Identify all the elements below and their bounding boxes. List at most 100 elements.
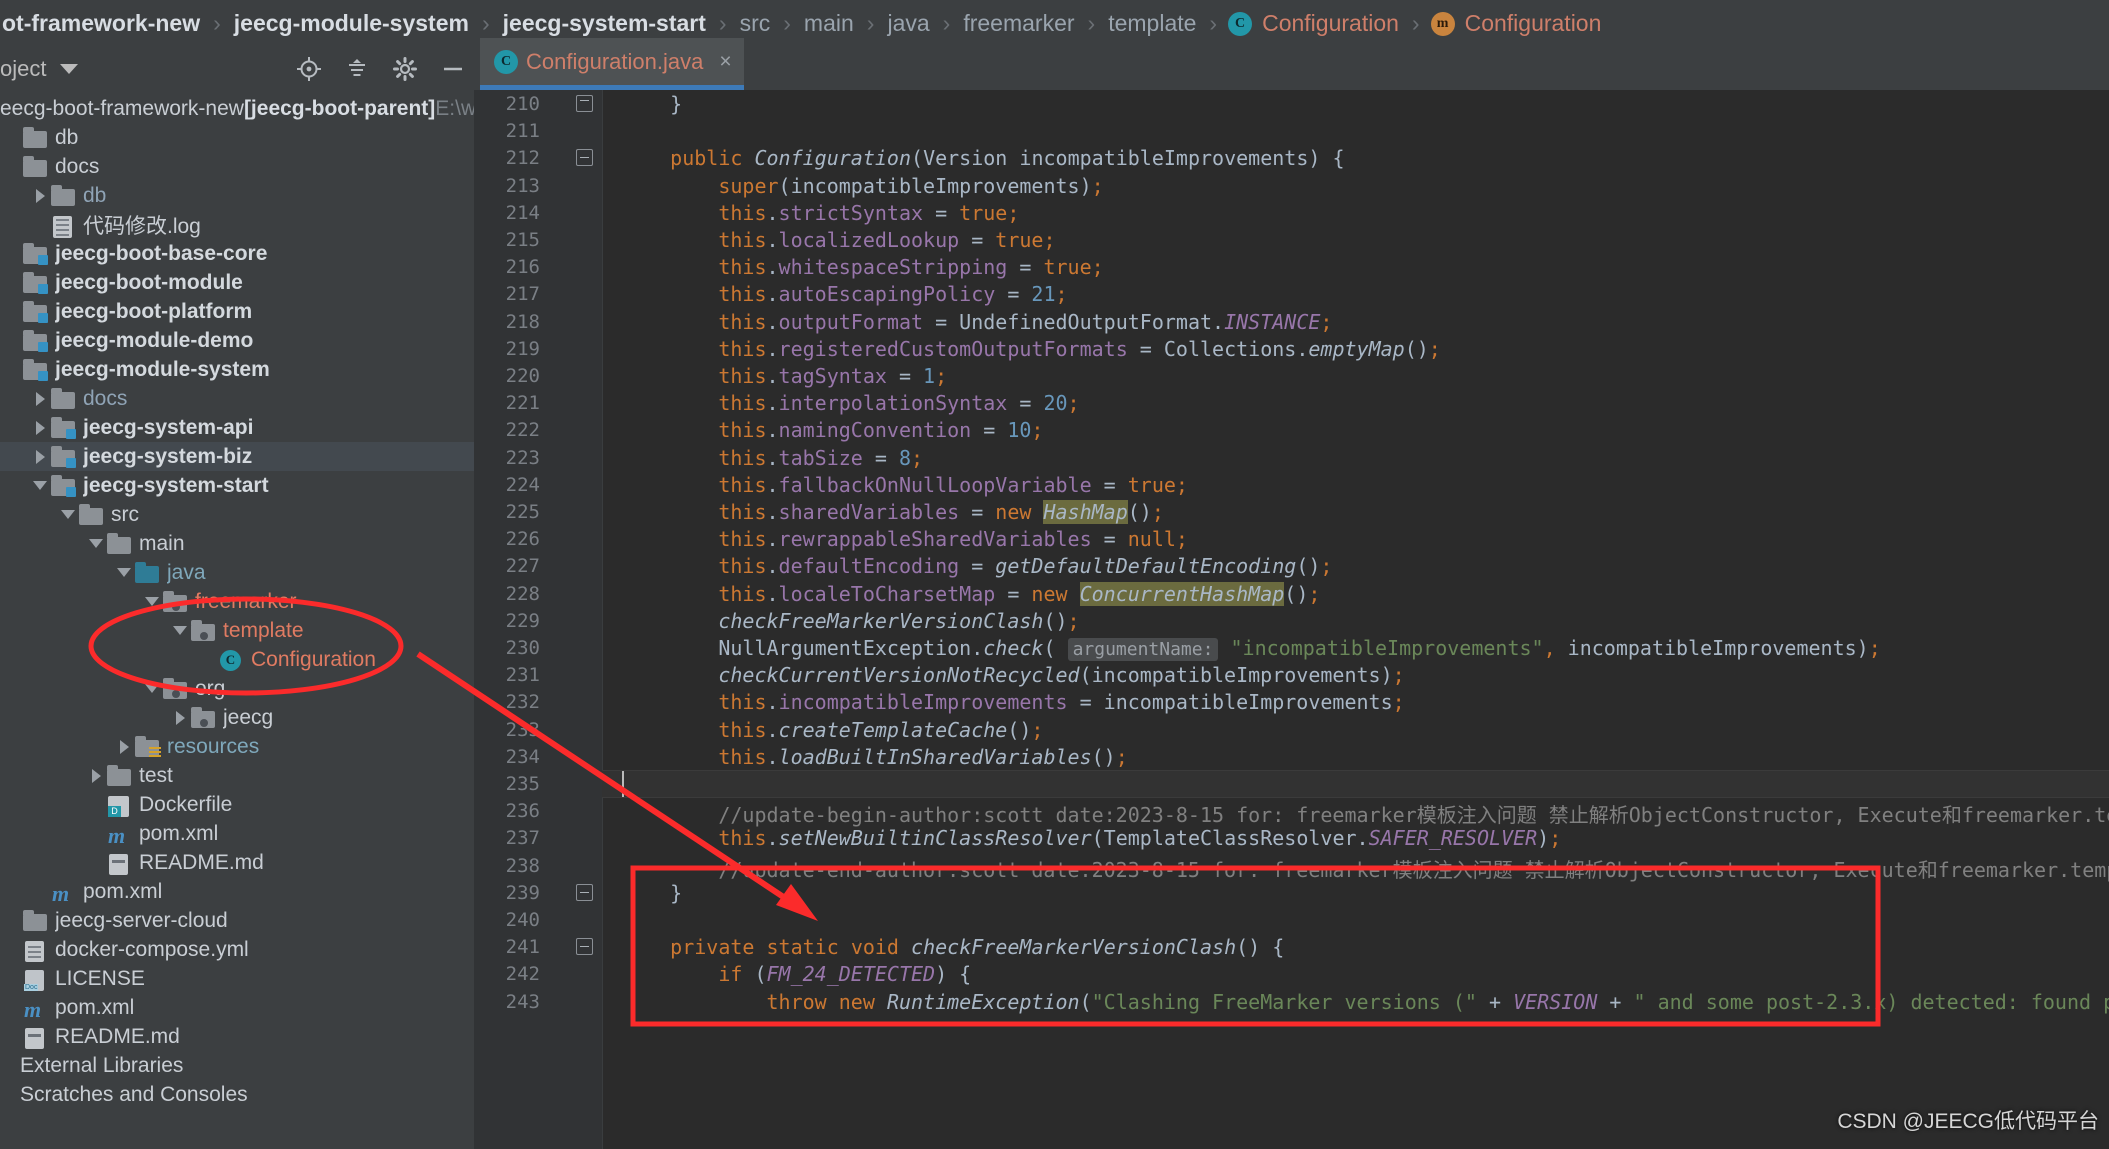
code-line[interactable]: this.interpolationSyntax = 20; — [622, 391, 1079, 415]
tree-item-org[interactable]: org — [0, 674, 474, 703]
tree-item-external-libraries[interactable]: External Libraries — [0, 1051, 474, 1080]
editor-gutter[interactable]: 210 211 212 213 214 215 216 217 218 219 220 221 222 2… — [474, 90, 602, 1149]
code-fold-marker[interactable] — [576, 95, 593, 112]
chevron-right-icon[interactable] — [30, 413, 50, 442]
project-root-row[interactable]: eecg-boot-framework-new [jeecg-boot-pare… — [0, 94, 474, 123]
tree-item-template[interactable]: template — [0, 616, 474, 645]
tree-item-db[interactable]: db — [0, 123, 474, 152]
tree-item-jeecg-server-cloud[interactable]: jeecg-server-cloud — [0, 906, 474, 935]
code-line[interactable]: this.strictSyntax = true; — [622, 201, 1019, 225]
chevron-down-icon[interactable] — [86, 529, 106, 558]
chevron-right-icon[interactable] — [114, 732, 134, 761]
tree-item-java[interactable]: java — [0, 558, 474, 587]
tree-item-docker-compose-yml[interactable]: docker-compose.yml — [0, 935, 474, 964]
code-line[interactable]: } — [622, 92, 682, 116]
code-line[interactable]: this.fallbackOnNullLoopVariable = true; — [622, 473, 1188, 497]
tree-item-jeecg-boot-platform[interactable]: jeecg-boot-platform — [0, 297, 474, 326]
collapse-all-icon[interactable] — [344, 56, 370, 82]
tree-item-jeecg[interactable]: jeecg — [0, 703, 474, 732]
breadcrumb-item-jeecg-system-start[interactable]: jeecg-system-start — [501, 10, 708, 37]
editor-tab-bar[interactable]: C Configuration.java × — [474, 38, 2109, 90]
breadcrumb-item-main[interactable]: main — [802, 10, 856, 37]
code-editor[interactable]: 210 211 212 213 214 215 216 217 218 219 220 221 222 2… — [474, 90, 2109, 1149]
tree-item-src[interactable]: src — [0, 500, 474, 529]
code-line[interactable]: if (FM_24_DETECTED) { — [622, 962, 971, 986]
breadcrumb-item-ot-framework-new[interactable]: ot-framework-new — [0, 10, 202, 37]
code-line[interactable]: this.rewrappableSharedVariables = null; — [622, 527, 1188, 551]
tree-item-readme-md[interactable]: README.md — [0, 848, 474, 877]
tree-item-test[interactable]: test — [0, 761, 474, 790]
code-line[interactable]: this.tagSyntax = 1; — [622, 364, 947, 388]
code-line[interactable]: this.setNewBuiltinClassResolver(Template… — [622, 826, 1561, 850]
breadcrumb-item-configuration[interactable]: m Configuration — [1430, 10, 1604, 37]
code-line[interactable]: this.registeredCustomOutputFormats = Col… — [622, 337, 1441, 361]
project-tool-title[interactable]: oject — [0, 56, 46, 82]
tree-item-main[interactable]: main — [0, 529, 474, 558]
tree-item-docs[interactable]: docs — [0, 152, 474, 181]
tree-item-jeecg-system-start[interactable]: jeecg-system-start — [0, 471, 474, 500]
locate-icon[interactable] — [296, 56, 322, 82]
tree-item-docs[interactable]: docs — [0, 384, 474, 413]
code-line[interactable]: checkFreeMarkerVersionClash(); — [622, 609, 1079, 633]
chevron-down-icon[interactable] — [114, 558, 134, 587]
code-line[interactable]: //update-begin-author:scott date:2023-8-… — [622, 799, 2109, 828]
tree-item-pom-xml[interactable]: m pom.xml — [0, 993, 474, 1022]
tree-item-jeecg-module-system[interactable]: jeecg-module-system — [0, 355, 474, 384]
code-line[interactable]: this.whitespaceStripping = true; — [622, 255, 1103, 279]
tree-item-dockerfile[interactable]: Dockerfile — [0, 790, 474, 819]
code-line[interactable]: this.sharedVariables = new HashMap(); — [622, 500, 1164, 524]
code-line[interactable]: this.defaultEncoding = getDefaultDefault… — [622, 554, 1332, 578]
code-line[interactable]: private static void checkFreeMarkerVersi… — [622, 935, 1284, 959]
chevron-down-icon[interactable] — [58, 500, 78, 529]
project-tree[interactable]: eecg-boot-framework-new [jeecg-boot-pare… — [0, 90, 474, 1149]
code-line[interactable]: this.createTemplateCache(); — [622, 718, 1043, 742]
tree-item-resources[interactable]: resources — [0, 732, 474, 761]
code-line[interactable]: public Configuration(Version incompatibl… — [622, 146, 1344, 170]
code-line[interactable]: //update-end-author:scott date:2023-8-15… — [622, 854, 2109, 883]
breadcrumb-item-template[interactable]: template — [1106, 10, 1198, 37]
tree-item-freemarker[interactable]: freemarker — [0, 587, 474, 616]
code-line[interactable]: this.incompatibleImprovements = incompat… — [622, 690, 1404, 714]
chevron-right-icon[interactable] — [86, 761, 106, 790]
breadcrumb-item-configuration[interactable]: C Configuration — [1228, 10, 1401, 37]
breadcrumb-item-java[interactable]: java — [885, 10, 931, 37]
tree-item-configuration[interactable]: C Configuration — [0, 645, 474, 674]
code-line[interactable]: throw new RuntimeException("Clashing Fre… — [622, 990, 2109, 1014]
tree-item-readme-md[interactable]: README.md — [0, 1022, 474, 1051]
tree-item-pom-xml[interactable]: m pom.xml — [0, 819, 474, 848]
tree-item-scratches-and-consoles[interactable]: Scratches and Consoles — [0, 1080, 474, 1109]
tree-item-jeecg-boot-base-core[interactable]: jeecg-boot-base-core — [0, 239, 474, 268]
code-line[interactable]: this.namingConvention = 10; — [622, 418, 1043, 442]
chevron-down-icon[interactable] — [30, 471, 50, 500]
settings-gear-icon[interactable] — [392, 56, 418, 82]
breadcrumb-item-freemarker[interactable]: freemarker — [961, 10, 1076, 37]
tree-item-pom-xml[interactable]: m pom.xml — [0, 877, 474, 906]
code-line[interactable]: this.localeToCharsetMap = new Concurrent… — [622, 581, 1320, 606]
code-line[interactable]: NullArgumentException.check( argumentNam… — [622, 636, 1881, 661]
chevron-down-icon[interactable] — [142, 587, 162, 616]
chevron-right-icon[interactable] — [30, 384, 50, 413]
tree-item-jeecg-system-api[interactable]: jeecg-system-api — [0, 413, 474, 442]
tree-item-license[interactable]: LICENSE — [0, 964, 474, 993]
breadcrumb-item-src[interactable]: src — [738, 10, 773, 37]
tree-item-jeecg-module-demo[interactable]: jeecg-module-demo — [0, 326, 474, 355]
chevron-right-icon[interactable] — [170, 703, 190, 732]
tree-item-jeecg-system-biz[interactable]: jeecg-system-biz — [0, 442, 474, 471]
code-line[interactable]: } — [622, 881, 682, 905]
code-line[interactable]: this.tabSize = 8; — [622, 446, 923, 470]
tree-item-jeecg-boot-module[interactable]: jeecg-boot-module — [0, 268, 474, 297]
code-fold-marker[interactable] — [576, 149, 593, 167]
breadcrumb-item-jeecg-module-system[interactable]: jeecg-module-system — [232, 10, 471, 37]
chevron-right-icon[interactable] — [30, 442, 50, 471]
tab-configuration-java[interactable]: C Configuration.java × — [480, 38, 744, 90]
tree-item-db[interactable]: db — [0, 181, 474, 210]
code-line[interactable]: checkCurrentVersionNotRecycled(incompati… — [622, 663, 1404, 687]
code-fold-marker[interactable] — [576, 938, 593, 956]
chevron-right-icon[interactable] — [30, 181, 50, 210]
chevron-down-icon[interactable] — [60, 63, 79, 74]
chevron-down-icon[interactable] — [142, 674, 162, 703]
code-line[interactable]: this.localizedLookup = true; — [622, 228, 1055, 252]
code-line[interactable]: this.loadBuiltInSharedVariables(); — [622, 745, 1127, 769]
code-line[interactable]: this.autoEscapingPolicy = 21; — [622, 282, 1067, 306]
tree-item-代码修改-log[interactable]: 代码修改.log — [0, 210, 474, 239]
